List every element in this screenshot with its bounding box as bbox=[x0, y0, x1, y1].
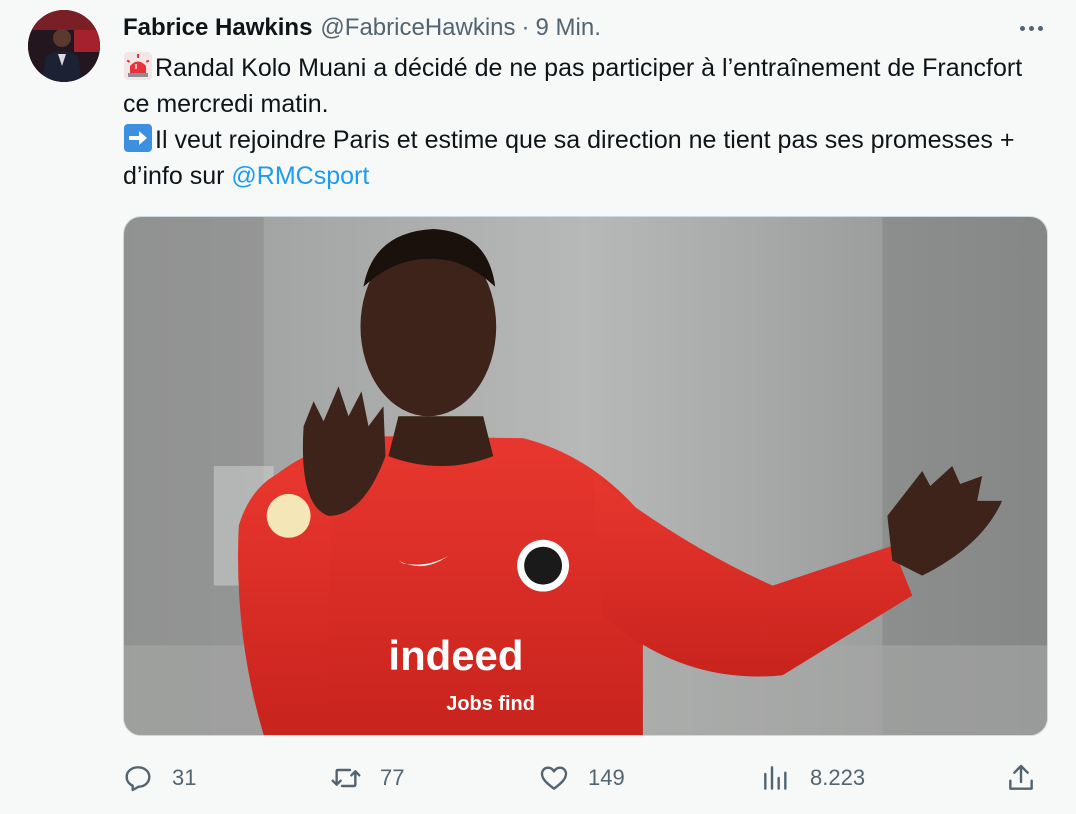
jersey-sponsor-subtext: Jobs find bbox=[446, 693, 535, 715]
retweet-icon bbox=[330, 762, 362, 794]
jersey-sponsor-text: indeed bbox=[388, 632, 523, 679]
views-count: 8.223 bbox=[810, 765, 866, 790]
share-button[interactable] bbox=[1005, 750, 1037, 806]
like-button[interactable]: 149 bbox=[538, 750, 625, 806]
share-icon bbox=[1005, 762, 1037, 794]
reply-button[interactable]: 31 bbox=[122, 750, 196, 806]
tweet-line-1-text: Randal Kolo Muani a décidé de ne pas par… bbox=[123, 54, 1023, 118]
avatar-image bbox=[28, 10, 100, 82]
views-button[interactable]: 8.223 bbox=[760, 750, 865, 806]
like-count: 149 bbox=[588, 765, 625, 790]
views-icon bbox=[760, 762, 792, 794]
timestamp[interactable]: 9 Min. bbox=[536, 14, 601, 42]
rotating-light-emoji bbox=[123, 51, 153, 81]
tweet-text: Randal Kolo Muani a décidé de ne pas par… bbox=[123, 50, 1023, 194]
tweet-media-image[interactable]: indeed Jobs find bbox=[123, 216, 1048, 736]
author-handle[interactable]: @FabriceHawkins bbox=[320, 14, 515, 42]
avatar[interactable] bbox=[28, 10, 100, 82]
action-bar: 31 77 149 8.223 bbox=[0, 750, 1076, 806]
heart-icon bbox=[538, 762, 570, 794]
tweet-line-2: Il veut rejoindre Paris et estime que sa… bbox=[123, 122, 1023, 194]
tweet[interactable]: Fabrice Hawkins @FabriceHawkins · 9 Min.… bbox=[0, 0, 1076, 814]
tweet-header: Fabrice Hawkins @FabriceHawkins · 9 Min. bbox=[123, 12, 601, 44]
more-icon[interactable] bbox=[1016, 14, 1046, 42]
reply-count: 31 bbox=[172, 765, 197, 790]
right-arrow-emoji bbox=[123, 123, 153, 153]
retweet-button[interactable]: 77 bbox=[330, 750, 404, 806]
reply-icon bbox=[122, 762, 154, 794]
author-name[interactable]: Fabrice Hawkins bbox=[123, 14, 312, 42]
mention-link[interactable]: @RMCsport bbox=[231, 162, 369, 190]
retweet-count: 77 bbox=[380, 765, 405, 790]
separator-dot: · bbox=[521, 14, 530, 41]
tweet-line-1: Randal Kolo Muani a décidé de ne pas par… bbox=[123, 50, 1023, 122]
